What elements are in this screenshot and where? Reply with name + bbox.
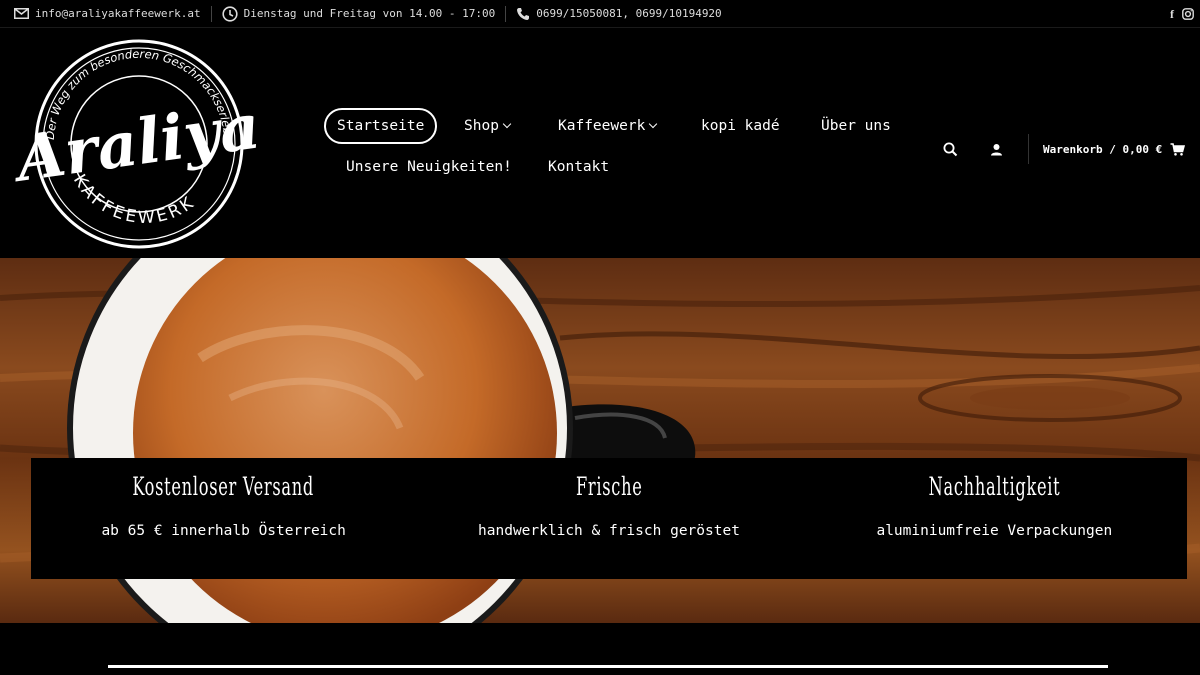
nav-startseite[interactable]: Startseite (324, 108, 438, 144)
divider (1028, 134, 1029, 164)
email-text: info@araliyakaffeewerk.at (35, 7, 201, 20)
divider (210, 5, 212, 22)
nav-label: kopi kadé (701, 118, 780, 134)
feature-freshness: Frische handwerklich & frisch geröstet (416, 458, 801, 579)
hours-text: Dienstag und Freitag von 14.00 - 17:00 (243, 7, 496, 20)
nav-shop[interactable]: Shop (464, 118, 512, 134)
feature-shipping: Kostenloser Versand ab 65 € innerhalb Ös… (31, 458, 416, 579)
feature-subtitle: handwerklich & frisch geröstet (478, 523, 740, 539)
user-account-icon[interactable] (986, 139, 1006, 159)
cart-button[interactable]: Warenkorb / 0,00 € (1043, 142, 1186, 156)
nav-kopi-kade[interactable]: kopi kadé (701, 118, 780, 134)
phone-text: 0699/15050081, 0699/10194920 (536, 7, 722, 20)
envelope-icon (14, 8, 29, 19)
nav-ueber-uns[interactable]: Über uns (821, 118, 891, 134)
chevron-down-icon (649, 119, 658, 129)
nav-label: Über uns (821, 118, 891, 134)
search-icon[interactable] (940, 139, 960, 159)
top-bar: info@araliyakaffeewerk.at Dienstag und F… (0, 0, 1200, 28)
header: Der Weg zum besonderen Geschmackserlebni… (0, 28, 1200, 258)
section-divider (108, 665, 1108, 668)
cart-label: Warenkorb / 0,00 € (1043, 142, 1163, 156)
hero-banner: Kostenloser Versand ab 65 € innerhalb Ös… (0, 258, 1200, 623)
instagram-icon[interactable] (1182, 8, 1194, 20)
features-band: Kostenloser Versand ab 65 € innerhalb Ös… (31, 458, 1187, 579)
header-tools: Warenkorb / 0,00 € (940, 134, 1186, 164)
nav-kaffeewerk[interactable]: Kaffeewerk (558, 118, 658, 134)
cart-icon (1170, 142, 1186, 156)
feature-title: Nachhaltigkeit (928, 472, 1061, 501)
feature-title: Kostenloser Versand (132, 472, 315, 501)
social-links: f (1170, 0, 1194, 28)
nav-kontakt[interactable]: Kontakt (548, 159, 609, 175)
phone-link[interactable]: 0699/15050081, 0699/10194920 (516, 0, 722, 28)
feature-sustainability: Nachhaltigkeit aluminiumfreie Verpackung… (802, 458, 1187, 579)
clock-icon (221, 5, 238, 22)
email-link[interactable]: info@araliyakaffeewerk.at (14, 0, 201, 28)
phone-icon (517, 7, 530, 20)
nav-label: Kontakt (548, 159, 610, 175)
opening-hours: Dienstag und Freitag von 14.00 - 17:00 (221, 0, 496, 28)
nav-label: Startseite (337, 118, 425, 134)
nav-label: Shop (464, 118, 499, 134)
divider (505, 5, 507, 22)
araliya-logo[interactable]: Der Weg zum besonderen Geschmackserlebni… (14, 38, 264, 250)
chevron-down-icon (502, 119, 512, 129)
feature-subtitle: aluminiumfreie Verpackungen (876, 523, 1113, 539)
facebook-icon[interactable]: f (1170, 7, 1174, 22)
feature-subtitle: ab 65 € innerhalb Österreich (101, 523, 346, 539)
nav-neuigkeiten[interactable]: Unsere Neuigkeiten! (346, 159, 512, 175)
feature-title: Frische (575, 472, 643, 501)
nav-label: Kaffeewerk (558, 118, 646, 134)
nav-label: Unsere Neuigkeiten! (346, 159, 512, 175)
